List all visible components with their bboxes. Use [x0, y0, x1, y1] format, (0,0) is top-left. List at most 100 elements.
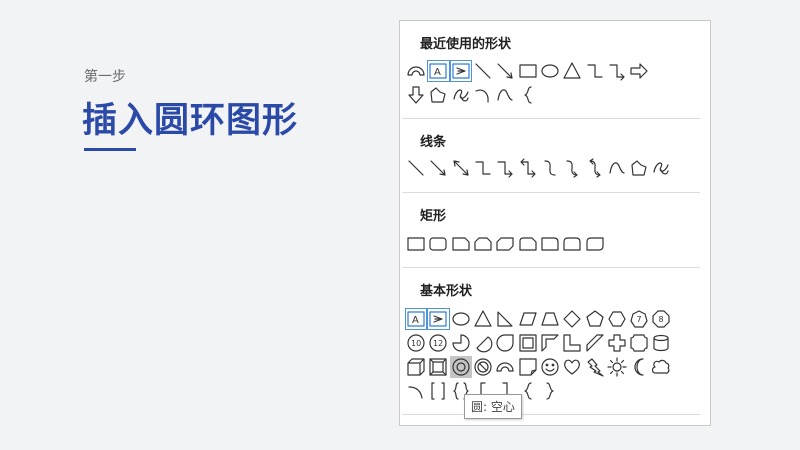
right-triangle-icon[interactable]	[494, 308, 516, 330]
cloud-icon[interactable]	[650, 356, 672, 378]
heart-icon[interactable]	[561, 356, 583, 378]
left-brace-icon[interactable]	[516, 84, 538, 106]
pie-icon[interactable]	[450, 332, 472, 354]
folded-corner-icon[interactable]	[516, 356, 538, 378]
elbow-arrow-connector-icon[interactable]	[606, 60, 628, 82]
round-same-side-rectangle-icon[interactable]	[561, 233, 583, 255]
can-icon[interactable]	[650, 332, 672, 354]
shapes-gallery-panel: 最近使用的形状 A 线条 矩形 基本形状 A 7 8 10 12	[399, 20, 711, 426]
decagon-icon[interactable]: 10	[405, 332, 427, 354]
elbow-double-arrow-connector-icon[interactable]	[516, 157, 538, 179]
diamond-icon[interactable]	[561, 308, 583, 330]
plaque-icon[interactable]	[628, 332, 650, 354]
arc-bracket-icon[interactable]	[405, 380, 427, 402]
chord-icon[interactable]	[472, 332, 494, 354]
moon-icon[interactable]	[628, 356, 650, 378]
elbow-connector-icon[interactable]	[583, 60, 605, 82]
step-label: 第一步	[84, 69, 126, 85]
parallelogram-icon[interactable]	[516, 308, 538, 330]
icon-row: 10 12	[405, 332, 673, 354]
right-brace-icon[interactable]	[539, 380, 561, 402]
teardrop-icon[interactable]	[494, 332, 516, 354]
smiley-face-icon[interactable]	[539, 356, 561, 378]
elbow-arrow-connector-icon[interactable]	[494, 157, 516, 179]
section-divider	[402, 118, 700, 119]
freeform-icon[interactable]	[427, 84, 449, 106]
icon-row	[405, 233, 606, 255]
svg-text:10: 10	[411, 339, 421, 348]
curve-icon[interactable]	[606, 157, 628, 179]
snip-diagonal-rectangle-icon[interactable]	[494, 233, 516, 255]
curve-icon[interactable]	[494, 84, 516, 106]
text-box-icon[interactable]: A	[427, 60, 450, 82]
arrow-line-icon[interactable]	[494, 60, 516, 82]
section-divider	[402, 267, 700, 268]
svg-text:12: 12	[433, 339, 443, 348]
scribble-icon[interactable]	[450, 84, 472, 106]
elbow-connector-icon[interactable]	[472, 157, 494, 179]
bevel-icon[interactable]	[427, 356, 449, 378]
curved-double-arrow-connector-icon[interactable]	[583, 157, 605, 179]
scribble-icon[interactable]	[650, 157, 672, 179]
line-icon[interactable]	[405, 157, 427, 179]
icon-row	[405, 84, 539, 106]
rectangle-icon[interactable]	[516, 60, 538, 82]
curved-arrow-connector-icon[interactable]	[561, 157, 583, 179]
trapezoid-icon[interactable]	[539, 308, 561, 330]
oval-icon[interactable]	[450, 308, 472, 330]
oval-icon[interactable]	[539, 60, 561, 82]
vertical-text-box-icon[interactable]	[427, 308, 450, 330]
arc-icon[interactable]	[405, 60, 427, 82]
frame-icon[interactable]	[516, 332, 538, 354]
block-arc-icon[interactable]	[494, 356, 516, 378]
line-icon[interactable]	[472, 60, 494, 82]
slide-title: 插入圆环图形	[82, 101, 299, 141]
double-arrow-line-icon[interactable]	[450, 157, 472, 179]
diagonal-stripe-icon[interactable]	[583, 332, 605, 354]
l-shape-icon[interactable]	[561, 332, 583, 354]
down-arrow-icon[interactable]	[405, 84, 427, 106]
triangle-icon[interactable]	[472, 308, 494, 330]
vertical-text-box-icon[interactable]	[449, 60, 472, 82]
hexagon-icon[interactable]	[606, 308, 628, 330]
svg-text:8: 8	[659, 315, 664, 324]
svg-text:7: 7	[637, 315, 642, 324]
curved-connector-icon[interactable]	[539, 157, 561, 179]
section-header-recent: 最近使用的形状	[420, 37, 512, 52]
rectangle-icon[interactable]	[405, 233, 427, 255]
sun-icon[interactable]	[606, 356, 628, 378]
snip-round-rectangle-icon[interactable]	[516, 233, 538, 255]
section-divider	[402, 414, 700, 415]
cross-icon[interactable]	[606, 332, 628, 354]
donut-icon[interactable]	[449, 356, 472, 378]
cube-icon[interactable]	[405, 356, 427, 378]
double-bracket-icon[interactable]	[427, 380, 449, 402]
icon-row: A 7 8	[405, 308, 673, 330]
round-single-corner-rectangle-icon[interactable]	[539, 233, 561, 255]
snip-same-side-rectangle-icon[interactable]	[472, 233, 494, 255]
no-symbol-icon[interactable]	[472, 356, 494, 378]
shape-tooltip: 圆: 空心	[464, 394, 522, 419]
snip-single-corner-rectangle-icon[interactable]	[450, 233, 472, 255]
section-divider	[402, 192, 700, 193]
svg-text:A: A	[434, 67, 441, 78]
lightning-bolt-icon[interactable]	[583, 356, 605, 378]
heptagon-icon[interactable]: 7	[628, 308, 650, 330]
half-frame-icon[interactable]	[539, 332, 561, 354]
section-header-rectangles: 矩形	[420, 209, 447, 224]
rounded-rectangle-icon[interactable]	[427, 233, 449, 255]
arc-curve-icon[interactable]	[472, 84, 494, 106]
section-header-lines: 线条	[420, 135, 447, 150]
triangle-icon[interactable]	[561, 60, 583, 82]
pentagon-icon[interactable]	[583, 308, 605, 330]
icon-row: A	[405, 60, 650, 82]
octagon-icon[interactable]: 8	[650, 308, 672, 330]
right-arrow-icon[interactable]	[628, 60, 650, 82]
icon-row	[405, 157, 673, 179]
text-box-icon[interactable]: A	[405, 308, 428, 330]
arrow-line-icon[interactable]	[427, 157, 449, 179]
freeform-icon[interactable]	[628, 157, 650, 179]
round-diagonal-rectangle-icon[interactable]	[583, 233, 605, 255]
section-header-basic-shapes: 基本形状	[420, 284, 473, 299]
dodecagon-icon[interactable]: 12	[427, 332, 449, 354]
